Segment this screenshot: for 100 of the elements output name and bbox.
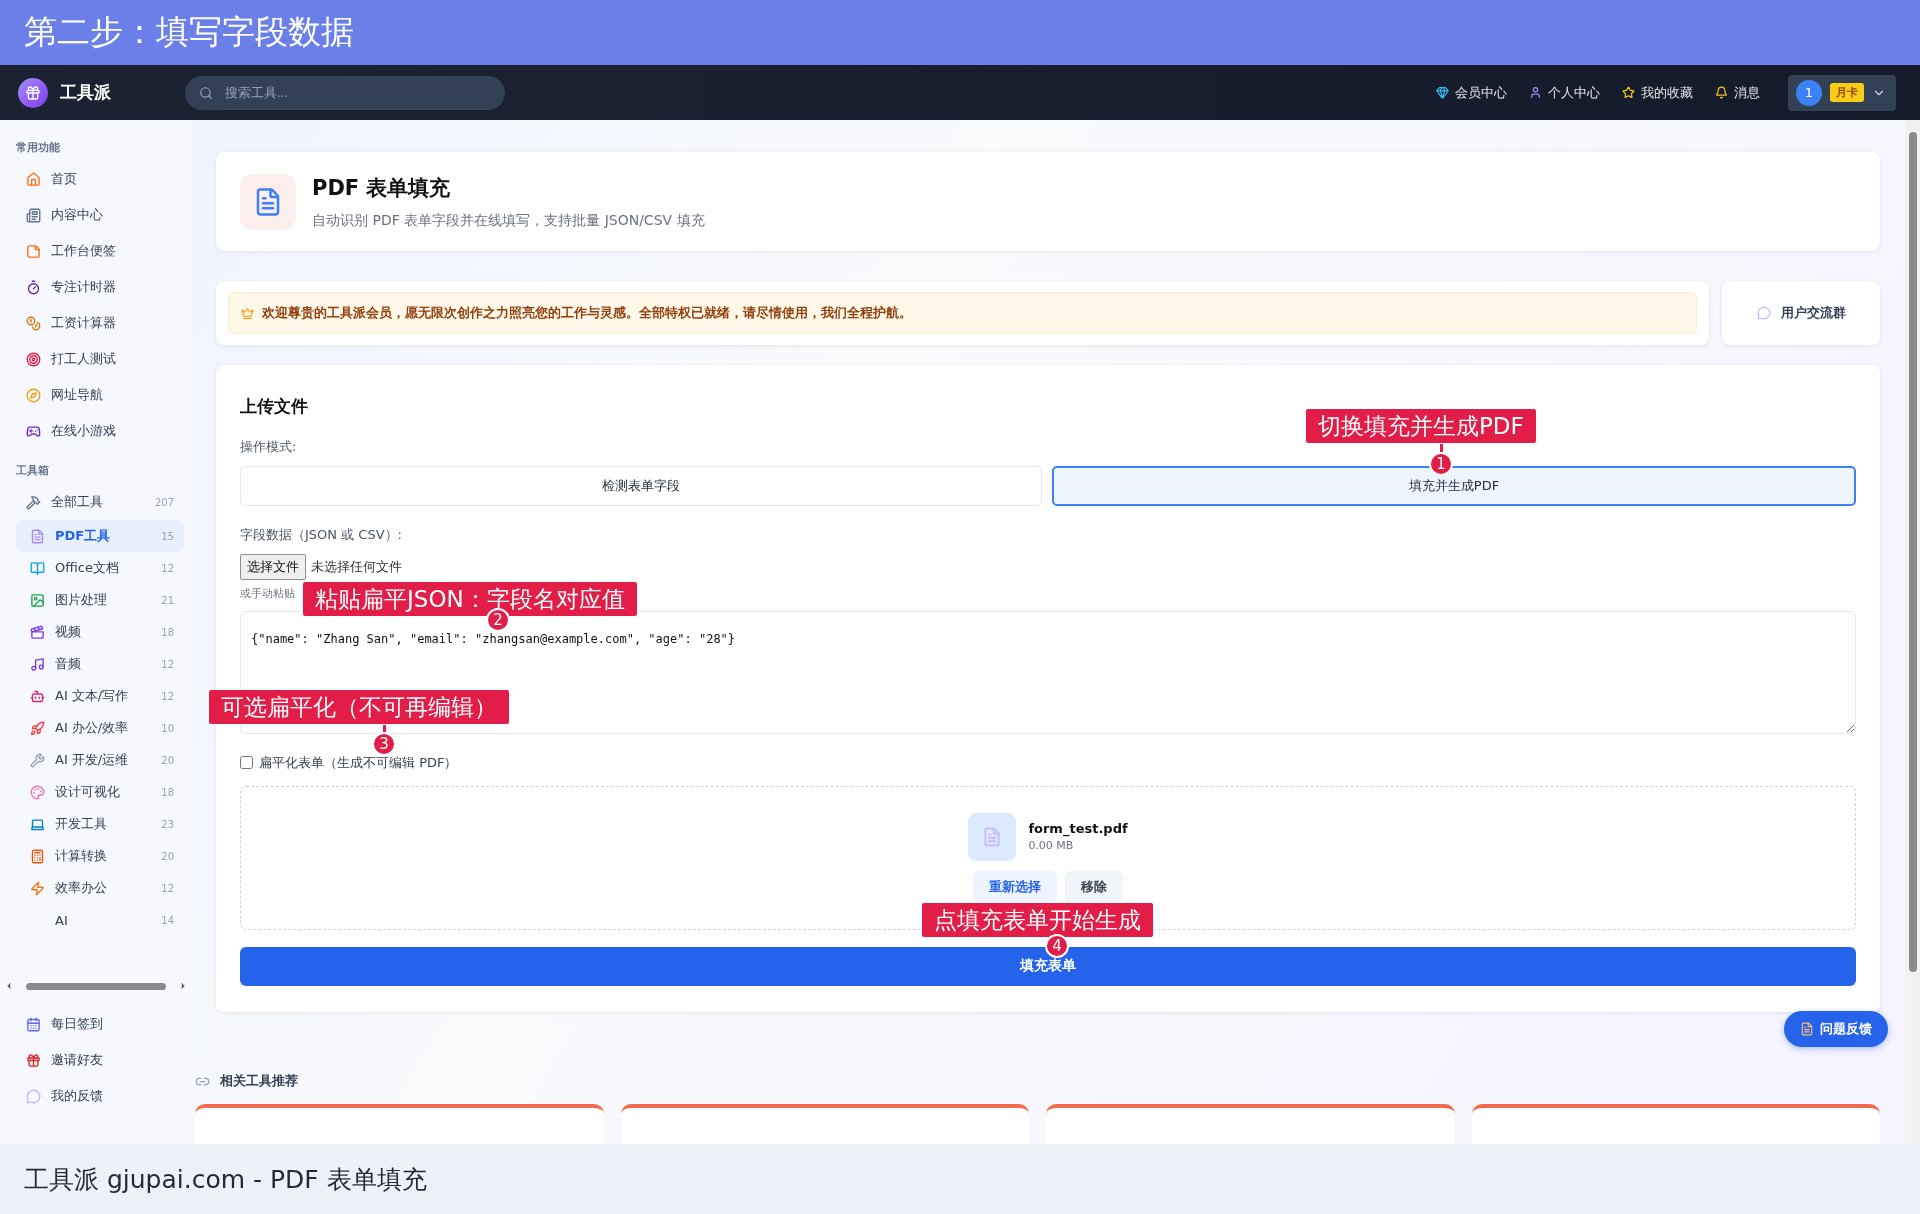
gamepad-icon (26, 423, 41, 439)
sidebar-item[interactable]: 我的反馈 (8, 1078, 184, 1114)
item-count: 20 (161, 850, 174, 862)
robot-icon (30, 688, 45, 704)
document-icon (240, 173, 296, 230)
mode-button[interactable]: 检测表单字段 (240, 466, 1042, 506)
user-group-button[interactable]: 用户交流群 (1722, 281, 1880, 345)
file-action-button[interactable]: 移除 (1065, 870, 1123, 903)
document-icon (30, 528, 45, 544)
sidebar-item[interactable]: AI 办公/效率 10 (16, 712, 184, 744)
caption: 工具派 gjupai.com - PDF 表单填充 (24, 1163, 427, 1196)
item-count: 12 (161, 690, 174, 702)
file-size: 0.00 MB (1028, 839, 1075, 853)
sidebar-item[interactable]: PDF工具 15 (16, 520, 184, 552)
feedback-button[interactable]: 问题反馈 (1784, 1011, 1888, 1047)
nav-link[interactable]: 我的收藏 (1622, 83, 1693, 102)
tool-card[interactable] (620, 1104, 1029, 1144)
image-icon (30, 592, 45, 608)
sidebar-item[interactable]: AI 文本/写作 12 (16, 680, 184, 712)
section-title: 上传文件 (240, 395, 308, 418)
scroll-left-icon[interactable] (4, 981, 14, 991)
nav-link[interactable]: 会员中心 (1436, 83, 1507, 102)
search-field[interactable]: 搜索工具... (185, 75, 505, 110)
sidebar-item[interactable]: 工资计算器 (8, 305, 184, 341)
nav-link[interactable]: 消息 (1715, 83, 1760, 102)
logo-icon (18, 77, 48, 108)
timer-icon (26, 279, 41, 295)
music-icon (30, 656, 45, 672)
nav-link[interactable]: 个人中心 (1529, 83, 1600, 102)
search-icon (199, 85, 213, 100)
tool-card[interactable] (1046, 1104, 1455, 1144)
sidebar-item[interactable]: 全部工具 207 (8, 484, 184, 520)
item-count: 18 (161, 786, 174, 798)
sidebar-item[interactable]: 专注计时器 (8, 269, 184, 305)
file-icon (968, 812, 1017, 861)
item-count: 18 (161, 626, 174, 638)
rocket-icon (30, 720, 45, 736)
item-count: 20 (161, 754, 174, 766)
sidebar-item[interactable]: 打工人测试 (8, 341, 184, 377)
palette-icon (30, 784, 45, 800)
newspaper-icon (26, 207, 41, 223)
flatten-checkbox[interactable] (240, 756, 253, 770)
gift-icon (26, 1052, 41, 1068)
sidebar-item[interactable]: 工作台便签 (8, 233, 184, 269)
sidebar-item[interactable]: 首页 (8, 161, 184, 197)
welcome-notice: 欢迎尊贵的工具派会员，愿无限次创作之力照亮您的工作与灵感。全部特权已就绪，请尽情使用，我们全程护航。 (262, 304, 912, 322)
sidebar-item[interactable]: 计算转换 20 (16, 840, 184, 872)
sidebar-item[interactable]: 效率办公 12 (16, 872, 184, 904)
membership-badge: 月卡 (1830, 83, 1864, 102)
document-icon (1800, 1022, 1814, 1036)
calendar-icon (26, 1016, 41, 1032)
brand-name: 工具派 (60, 81, 112, 104)
sidebar-item[interactable]: AI 14 (16, 904, 184, 936)
item-count: 12 (161, 658, 174, 670)
horizontal-scrollbar[interactable] (4, 980, 188, 992)
compass-icon (26, 387, 41, 403)
chat-icon (26, 1088, 41, 1104)
gem-icon (1436, 86, 1449, 99)
sidebar-item[interactable]: 邀请好友 (8, 1042, 184, 1078)
sidebar-item[interactable]: 内容中心 (8, 197, 184, 233)
step-title: 第二步：填写字段数据 (24, 11, 354, 53)
sidebar-item[interactable]: 每日签到 (8, 1006, 184, 1042)
sidebar-item[interactable]: 视频 18 (16, 616, 184, 648)
item-count: 207 (154, 496, 174, 508)
callout-label: 切换填充并生成PDF (1305, 408, 1537, 444)
calculator-icon (30, 848, 45, 864)
user-avatar: 1 (1796, 79, 1822, 106)
sidebar-item[interactable]: Office文档 12 (16, 552, 184, 584)
crown-icon (241, 306, 254, 320)
sidebar-item[interactable]: 图片处理 21 (16, 584, 184, 616)
file-action-button[interactable]: 重新选择 (973, 870, 1057, 903)
item-count: 14 (161, 914, 174, 926)
callout-label: 可选扁平化（不可再编辑） (208, 689, 510, 725)
sidebar-item[interactable]: 网址导航 (8, 377, 184, 413)
tool-card[interactable] (195, 1104, 604, 1144)
clapperboard-icon (30, 624, 45, 640)
bell-icon (1715, 86, 1728, 99)
paste-hint: 或手动粘贴 (240, 586, 295, 601)
section-title: 常用功能 (15, 140, 61, 155)
sidebar-item[interactable]: 音频 12 (16, 648, 184, 680)
hammer-icon (26, 494, 41, 510)
field-label: 字段数据（JSON 或 CSV）: (240, 526, 402, 544)
wrench-icon (30, 752, 45, 768)
user-menu[interactable]: 1 月卡 (1788, 74, 1896, 111)
lightning-icon (30, 880, 45, 896)
scroll-right-icon[interactable] (178, 981, 188, 991)
field-label: 操作模式: (240, 438, 297, 456)
sidebar-item[interactable]: 开发工具 23 (16, 808, 184, 840)
house-icon (26, 171, 41, 187)
item-count: 10 (161, 722, 174, 734)
item-count: 23 (161, 818, 174, 830)
sidebar-item[interactable]: 在线小游戏 (8, 413, 184, 449)
sidebar-item[interactable]: 设计可视化 18 (16, 776, 184, 808)
tool-card[interactable] (1471, 1104, 1880, 1144)
vertical-scrollbar[interactable] (1905, 120, 1920, 1144)
section-title: 相关工具推荐 (220, 1072, 298, 1090)
coins-icon (26, 315, 41, 331)
choose-file-button[interactable]: 选择文件 (240, 554, 306, 580)
sidebar-item[interactable]: AI 开发/运维 20 (16, 744, 184, 776)
page-title: PDF 表单填充 (312, 174, 452, 202)
